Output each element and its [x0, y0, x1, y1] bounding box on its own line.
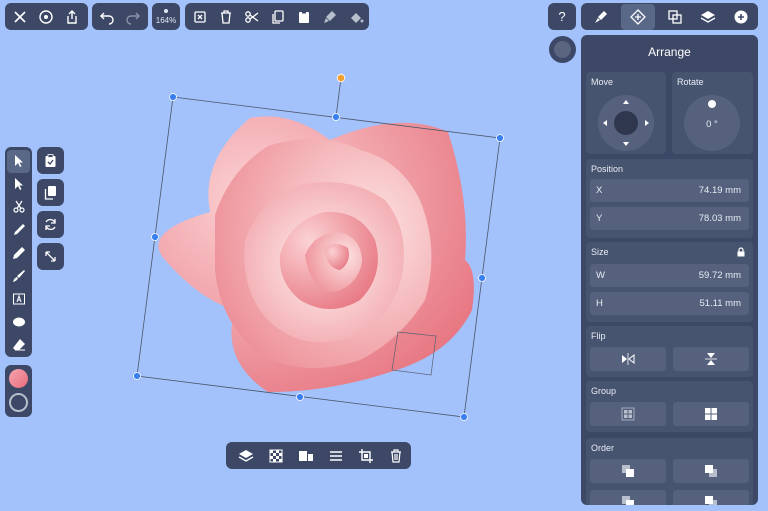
- align-icon: [299, 450, 313, 461]
- rotate-section: Rotate 0 °: [672, 72, 753, 154]
- x-label: X: [596, 185, 603, 196]
- h-field[interactable]: H 51.11 mm: [590, 292, 749, 315]
- group-button[interactable]: [590, 402, 666, 426]
- rotate-dial[interactable]: 0 °: [684, 95, 740, 151]
- handle-bottom-left[interactable]: [133, 372, 141, 380]
- flip-label: Flip: [591, 331, 606, 341]
- h-label: H: [596, 298, 603, 309]
- position-label: Position: [591, 164, 624, 174]
- delete-object-button[interactable]: [383, 443, 409, 469]
- add-circle-icon: [734, 10, 748, 23]
- rose-shape[interactable]: [158, 116, 474, 392]
- handle-left[interactable]: [151, 233, 159, 241]
- size-section: Size W 59.72 mm H 51.11 mm: [586, 242, 753, 322]
- canvas-artwork[interactable]: [0, 0, 580, 511]
- rotate-knob[interactable]: [708, 100, 716, 108]
- arrange-panel: Arrange Move Rotate 0 ° Position X 74.19 …: [581, 35, 758, 505]
- move-pad[interactable]: [598, 95, 654, 151]
- tab-boolean[interactable]: [662, 4, 688, 30]
- handle-bottom-right[interactable]: [460, 413, 468, 421]
- tab-style[interactable]: [588, 4, 614, 30]
- send-to-back-button[interactable]: [673, 490, 749, 505]
- layers-icon: [238, 449, 254, 462]
- h-value: 51.11 mm: [699, 298, 741, 309]
- distribute-icon: [330, 450, 342, 461]
- transparency-button[interactable]: [263, 443, 289, 469]
- handle-top[interactable]: [332, 113, 340, 121]
- rotate-handle[interactable]: [336, 73, 346, 83]
- size-label: Size: [591, 247, 609, 257]
- send-backward-button[interactable]: [673, 459, 749, 483]
- group-section: Group: [586, 381, 753, 432]
- panel-title: Arrange: [648, 45, 691, 59]
- move-section: Move: [586, 72, 666, 154]
- move-label: Move: [591, 77, 614, 87]
- lock-icon[interactable]: [736, 247, 746, 257]
- bring-forward-icon: [622, 465, 634, 477]
- brush-style-icon: [594, 10, 607, 23]
- position-section: Position X 74.19 mm Y 78.03 mm: [586, 159, 753, 238]
- bring-forward-button[interactable]: [590, 459, 666, 483]
- handle-top-left[interactable]: [169, 93, 177, 101]
- checker-icon: [269, 449, 283, 462]
- align-button[interactable]: [293, 443, 319, 469]
- move-arrows-icon: [603, 100, 649, 146]
- context-toolbar: [226, 442, 411, 469]
- bring-to-front-icon: [622, 496, 634, 505]
- x-value: 74.19 mm: [698, 185, 741, 196]
- w-value: 59.72 mm: [698, 270, 741, 281]
- flip-vertical-icon: [705, 353, 717, 365]
- panel-tabs: [581, 3, 758, 30]
- handle-bottom[interactable]: [296, 393, 304, 401]
- rotate-label: Rotate: [677, 77, 704, 87]
- flip-horizontal-icon: [622, 353, 635, 365]
- send-backward-icon: [705, 465, 717, 477]
- layers-button[interactable]: [233, 443, 259, 469]
- tab-add[interactable]: [728, 4, 754, 30]
- group-icon: [621, 407, 635, 421]
- w-label: W: [596, 270, 605, 281]
- bring-to-front-button[interactable]: [590, 490, 666, 505]
- y-label: Y: [596, 213, 603, 224]
- tab-arrange[interactable]: [620, 3, 655, 30]
- flip-section: Flip: [586, 326, 753, 377]
- crop-icon: [359, 448, 373, 463]
- handle-right[interactable]: [478, 274, 486, 282]
- boolean-icon: [668, 9, 682, 24]
- rotate-value: 0 °: [706, 119, 718, 130]
- flip-horizontal-button[interactable]: [590, 347, 666, 371]
- send-to-back-icon: [705, 496, 717, 505]
- x-field[interactable]: X 74.19 mm: [590, 179, 749, 202]
- y-value: 78.03 mm: [698, 213, 741, 224]
- y-field[interactable]: Y 78.03 mm: [590, 207, 749, 230]
- w-field[interactable]: W 59.72 mm: [590, 264, 749, 287]
- order-section: Order: [586, 438, 753, 505]
- tab-layers[interactable]: [695, 4, 721, 30]
- ungroup-icon: [705, 408, 717, 420]
- trash-icon: [391, 448, 401, 463]
- group-label: Group: [591, 386, 617, 396]
- crop-button[interactable]: [353, 443, 379, 469]
- layers-icon: [700, 10, 716, 23]
- handle-top-right[interactable]: [496, 134, 504, 142]
- rotate-handle-line: [335, 77, 342, 118]
- ungroup-button[interactable]: [673, 402, 749, 426]
- flip-vertical-button[interactable]: [673, 347, 749, 371]
- arrange-icon: [629, 8, 646, 25]
- distribute-button[interactable]: [323, 443, 349, 469]
- order-label: Order: [591, 443, 615, 453]
